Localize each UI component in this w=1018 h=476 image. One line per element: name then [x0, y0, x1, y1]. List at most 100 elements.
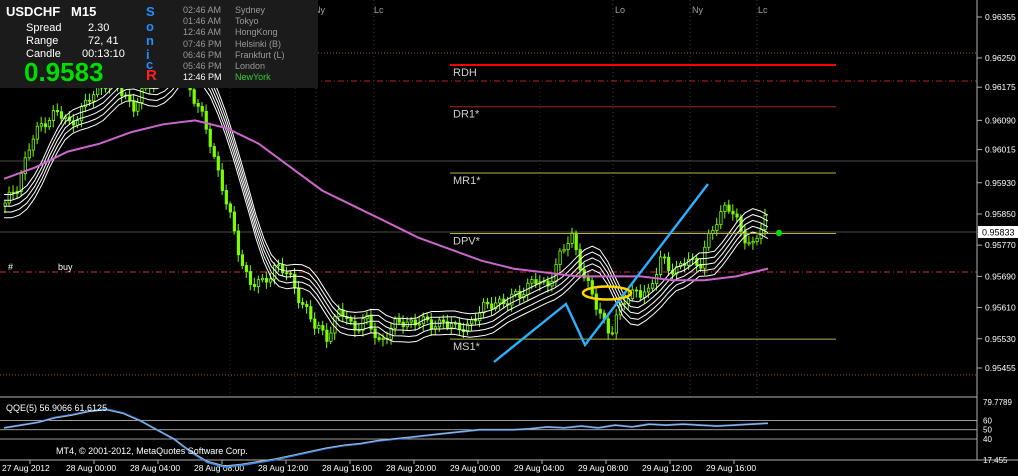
- time-tick-label: 28 Aug 12:00: [258, 463, 308, 473]
- symbol-title: USDCHF M15: [6, 4, 96, 19]
- price-tick-label: 0.95690: [985, 271, 1016, 281]
- envelope-bands: [4, 56, 769, 343]
- candle-body: [747, 242, 751, 245]
- candle-body: [377, 337, 381, 340]
- candle-body: [232, 211, 236, 232]
- indicator-scale-label: 50: [983, 426, 992, 435]
- candle-body: [31, 138, 35, 151]
- candle-body: [244, 265, 249, 272]
- session-name-hongkong: HongKong: [235, 27, 278, 37]
- candle-body: [196, 102, 200, 107]
- candle-body: [534, 279, 538, 285]
- price-axis: 0.96355 0.96250 0.96175 0.96090 0.96015 0.959…: [977, 12, 1016, 373]
- candle-body: [289, 272, 293, 275]
- session-marker: Lc: [374, 5, 384, 15]
- candle-body: [429, 319, 434, 330]
- candle-body: [389, 327, 393, 340]
- session-name-sydney: Sydney: [235, 5, 266, 15]
- candle-body: [349, 318, 353, 322]
- session-time-hongkong: 12:46 AM: [183, 27, 222, 37]
- candle-body: [128, 94, 132, 102]
- candle-body: [268, 278, 273, 283]
- candle-body: [140, 88, 144, 103]
- candle-body: [301, 302, 305, 305]
- candle-body: [703, 246, 707, 269]
- symbol-name: USDCHF: [6, 4, 61, 19]
- candle-body: [719, 211, 723, 225]
- candle-body: [566, 243, 570, 250]
- candle-body: [763, 215, 767, 231]
- candle-body: [353, 320, 357, 331]
- candle-body: [136, 102, 140, 112]
- candle-body: [606, 318, 610, 334]
- candle-body: [240, 254, 245, 266]
- session-marker: Ny: [692, 5, 703, 15]
- sonic-letter-r: R: [146, 67, 157, 84]
- candle-body: [309, 306, 313, 320]
- candle-body: [333, 316, 337, 334]
- session-time-newyork: 12:46 PM: [183, 72, 222, 82]
- price-tick-label: 0.95610: [985, 303, 1016, 313]
- time-tick-label: 29 Aug 08:00: [578, 463, 628, 473]
- candle-body: [381, 338, 385, 340]
- candle-body: [51, 110, 56, 121]
- candle-body: [727, 204, 731, 212]
- candle-body: [731, 210, 735, 215]
- candle-body: [260, 277, 265, 281]
- qqe-signal-line: [3, 409, 769, 467]
- candle-body: [256, 279, 261, 287]
- candle-body: [498, 298, 502, 304]
- candle-body: [285, 272, 289, 275]
- time-tick-label: 28 Aug 00:00: [66, 463, 116, 473]
- candle-body: [598, 308, 602, 314]
- candle-body: [228, 203, 232, 213]
- time-tick-label: 28 Aug 16:00: [322, 463, 372, 473]
- candle-body: [252, 284, 257, 287]
- time-tick-label: 29 Aug 16:00: [706, 463, 756, 473]
- price-tick-label: 0.96015: [985, 145, 1016, 155]
- pivot-label: RDH: [453, 67, 477, 79]
- indicator-scale-label: 60: [983, 416, 992, 425]
- price-tick-label: 0.96090: [985, 115, 1016, 125]
- candle-body: [236, 230, 241, 256]
- session-name-frankfurt: Frankfurt (L): [235, 50, 285, 60]
- indicator-label: QQE(5) 56.9066 61.6125: [6, 403, 107, 413]
- candle-body: [132, 100, 136, 112]
- candle-body: [47, 120, 52, 128]
- candle-body: [650, 283, 655, 289]
- candle-body: [55, 110, 60, 113]
- price-tick-label: 0.96250: [985, 53, 1016, 63]
- candle-body: [638, 290, 643, 298]
- session-name-newyork: NewYork: [235, 72, 271, 82]
- candle-body: [192, 89, 196, 104]
- candle-body: [216, 156, 220, 171]
- sonic-letter-s: S: [146, 4, 155, 19]
- price-tick-label: 0.95850: [985, 209, 1016, 219]
- candle-body: [325, 329, 329, 342]
- qqe-line: [3, 408, 769, 468]
- pivot-label: DPV*: [453, 235, 481, 247]
- candle-body: [417, 323, 421, 326]
- candle-body: [735, 213, 739, 218]
- session-marker: Lo: [615, 5, 625, 15]
- candle-body: [642, 291, 647, 298]
- session-time-tokyo: 01:46 AM: [183, 16, 222, 26]
- pivot-label: MS1*: [453, 341, 481, 353]
- sonic-letter-o: o: [146, 19, 154, 34]
- candle-body: [474, 319, 478, 322]
- candle-body: [707, 233, 711, 248]
- indicator-scale: 79.7789 605040 17.455: [983, 398, 1012, 465]
- candle-body: [39, 123, 43, 127]
- candle-body: [212, 146, 216, 157]
- candle-body: [88, 99, 92, 102]
- candle-body: [75, 120, 80, 126]
- candle-body: [574, 232, 578, 250]
- candlestick-series: [3, 42, 767, 349]
- candle-body: [59, 111, 64, 119]
- time-tick-label: 29 Aug 04:00: [514, 463, 564, 473]
- session-time-frankfurt: 06:46 PM: [183, 50, 222, 60]
- candle-body: [224, 190, 228, 205]
- candle-body: [486, 301, 490, 305]
- candle-body: [204, 110, 208, 130]
- session-name-tokyo: Tokyo: [235, 16, 259, 26]
